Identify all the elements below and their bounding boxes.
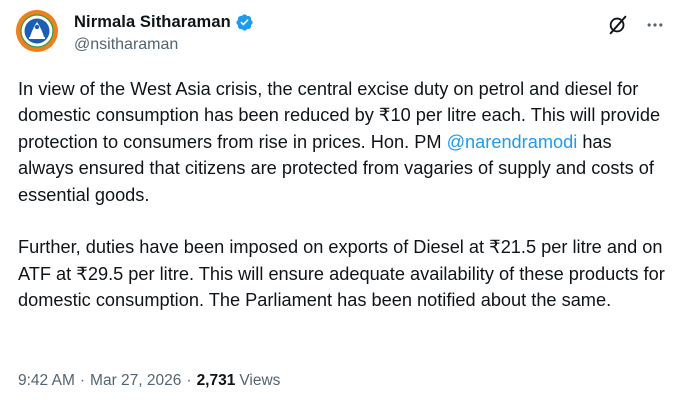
tweet-paragraph-2: Further, duties have been imposed on exp… <box>18 237 665 311</box>
separator: · <box>79 372 86 389</box>
tweet-card: Nirmala Sitharaman @nsitharaman In view … <box>0 0 679 408</box>
author-handle[interactable]: @nsitharaman <box>74 36 178 54</box>
views-label: Views <box>239 372 281 389</box>
tweet-date[interactable]: Mar 27, 2026 <box>90 372 181 390</box>
mention-link[interactable]: @narendramodi <box>447 132 578 152</box>
emblem-avatar-icon <box>16 10 58 52</box>
views-count[interactable]: 2,731 <box>197 372 236 390</box>
tweet-time[interactable]: 9:42 AM <box>18 372 75 390</box>
more-options-icon[interactable] <box>645 15 665 35</box>
avatar[interactable] <box>16 10 58 52</box>
tweet-paragraph-1: In view of the West Asia crisis, the cen… <box>18 76 668 208</box>
author-name[interactable]: Nirmala Sitharaman <box>74 13 231 32</box>
verified-badge-icon <box>235 13 254 32</box>
tweet-meta: 9:42 AM · Mar 27, 2026 · 2,731 Views <box>18 372 280 390</box>
grok-icon[interactable] <box>607 14 629 36</box>
tweet-text: In view of the West Asia crisis, the cen… <box>18 76 668 314</box>
separator: · <box>186 372 192 389</box>
